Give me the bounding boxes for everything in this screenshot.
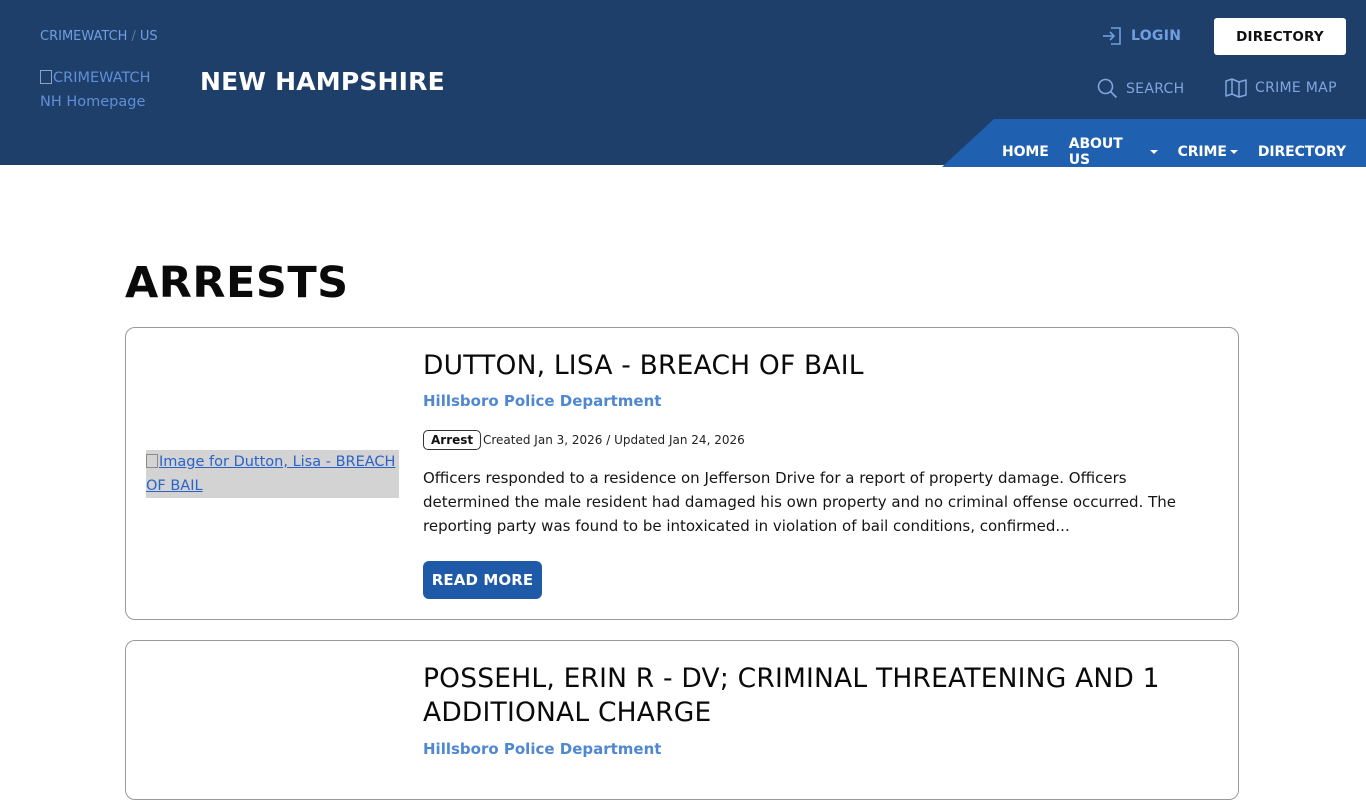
crime-map-label: CRIME MAP <box>1255 80 1337 96</box>
nav-about-us[interactable]: ABOUT US <box>1069 136 1158 168</box>
nav-home-label: HOME <box>1002 144 1049 160</box>
directory-button[interactable]: DIRECTORY <box>1214 18 1346 55</box>
caret-down-icon <box>1229 150 1238 154</box>
site-header: CRIMEWATCH / US CRIMEWATCH NH Homepage NEW… <box>0 0 1366 168</box>
broken-image-icon <box>146 454 158 468</box>
crime-map-link[interactable]: CRIME MAP <box>1225 78 1337 98</box>
search-icon <box>1097 78 1118 99</box>
state-title: NEW HAMPSHIRE <box>200 67 445 96</box>
arrest-image-link[interactable]: Image for Dutton, Lisa - BREACH OF BAIL <box>146 450 399 498</box>
nav-crime-label: CRIME <box>1177 144 1227 160</box>
nav-directory[interactable]: DIRECTORY <box>1258 136 1346 168</box>
arrest-card: POSSEHL, ERIN R - DV; CRIMINAL THREATENI… <box>125 640 1239 800</box>
department-link[interactable]: Hillsboro Police Department <box>423 392 661 410</box>
nav-home[interactable]: HOME <box>1002 136 1049 168</box>
search-label: SEARCH <box>1126 80 1185 97</box>
breadcrumb-separator: / <box>131 29 136 44</box>
department-link[interactable]: Hillsboro Police Department <box>423 740 661 758</box>
nav-directory-label: DIRECTORY <box>1257 144 1346 160</box>
map-icon <box>1225 78 1247 98</box>
site-logo-link[interactable]: CRIMEWATCH NH Homepage <box>40 66 170 114</box>
nav-crime[interactable]: CRIME <box>1178 136 1238 168</box>
arrest-title-link[interactable]: DUTTON, LISA - BREACH OF BAIL <box>423 349 1213 383</box>
breadcrumb-us[interactable]: US <box>140 29 158 44</box>
caret-down-icon <box>1149 150 1158 154</box>
login-icon <box>1103 27 1121 45</box>
page-title: ARRESTS <box>125 258 349 308</box>
login-link[interactable]: LOGIN <box>1102 26 1181 46</box>
main-nav: HOME ABOUT US CRIME DIRECTORY <box>1002 136 1366 168</box>
arrest-card: Image for Dutton, Lisa - BREACH OF BAIL … <box>125 327 1239 620</box>
nav-about-label: ABOUT US <box>1068 136 1123 168</box>
broken-image-icon <box>40 70 52 84</box>
breadcrumb-crimewatch[interactable]: CRIMEWATCH <box>40 29 127 44</box>
arrest-excerpt: Officers responded to a residence on Jef… <box>423 469 1176 535</box>
arrest-image-alt: Image for Dutton, Lisa - BREACH OF BAIL <box>146 454 396 494</box>
login-label: LOGIN <box>1131 28 1182 44</box>
logo-alt-text: CRIMEWATCH NH Homepage <box>40 70 151 110</box>
search-link[interactable]: SEARCH <box>1097 78 1184 99</box>
arrest-title-link[interactable]: POSSEHL, ERIN R - DV; CRIMINAL THREATENI… <box>423 662 1213 730</box>
breadcrumb: CRIMEWATCH / US <box>40 29 158 44</box>
post-dates: Created Jan 3, 2026 / Updated Jan 24, 20… <box>483 433 745 447</box>
read-more-button[interactable]: READ MORE <box>423 561 542 599</box>
category-badge: Arrest <box>423 430 482 450</box>
